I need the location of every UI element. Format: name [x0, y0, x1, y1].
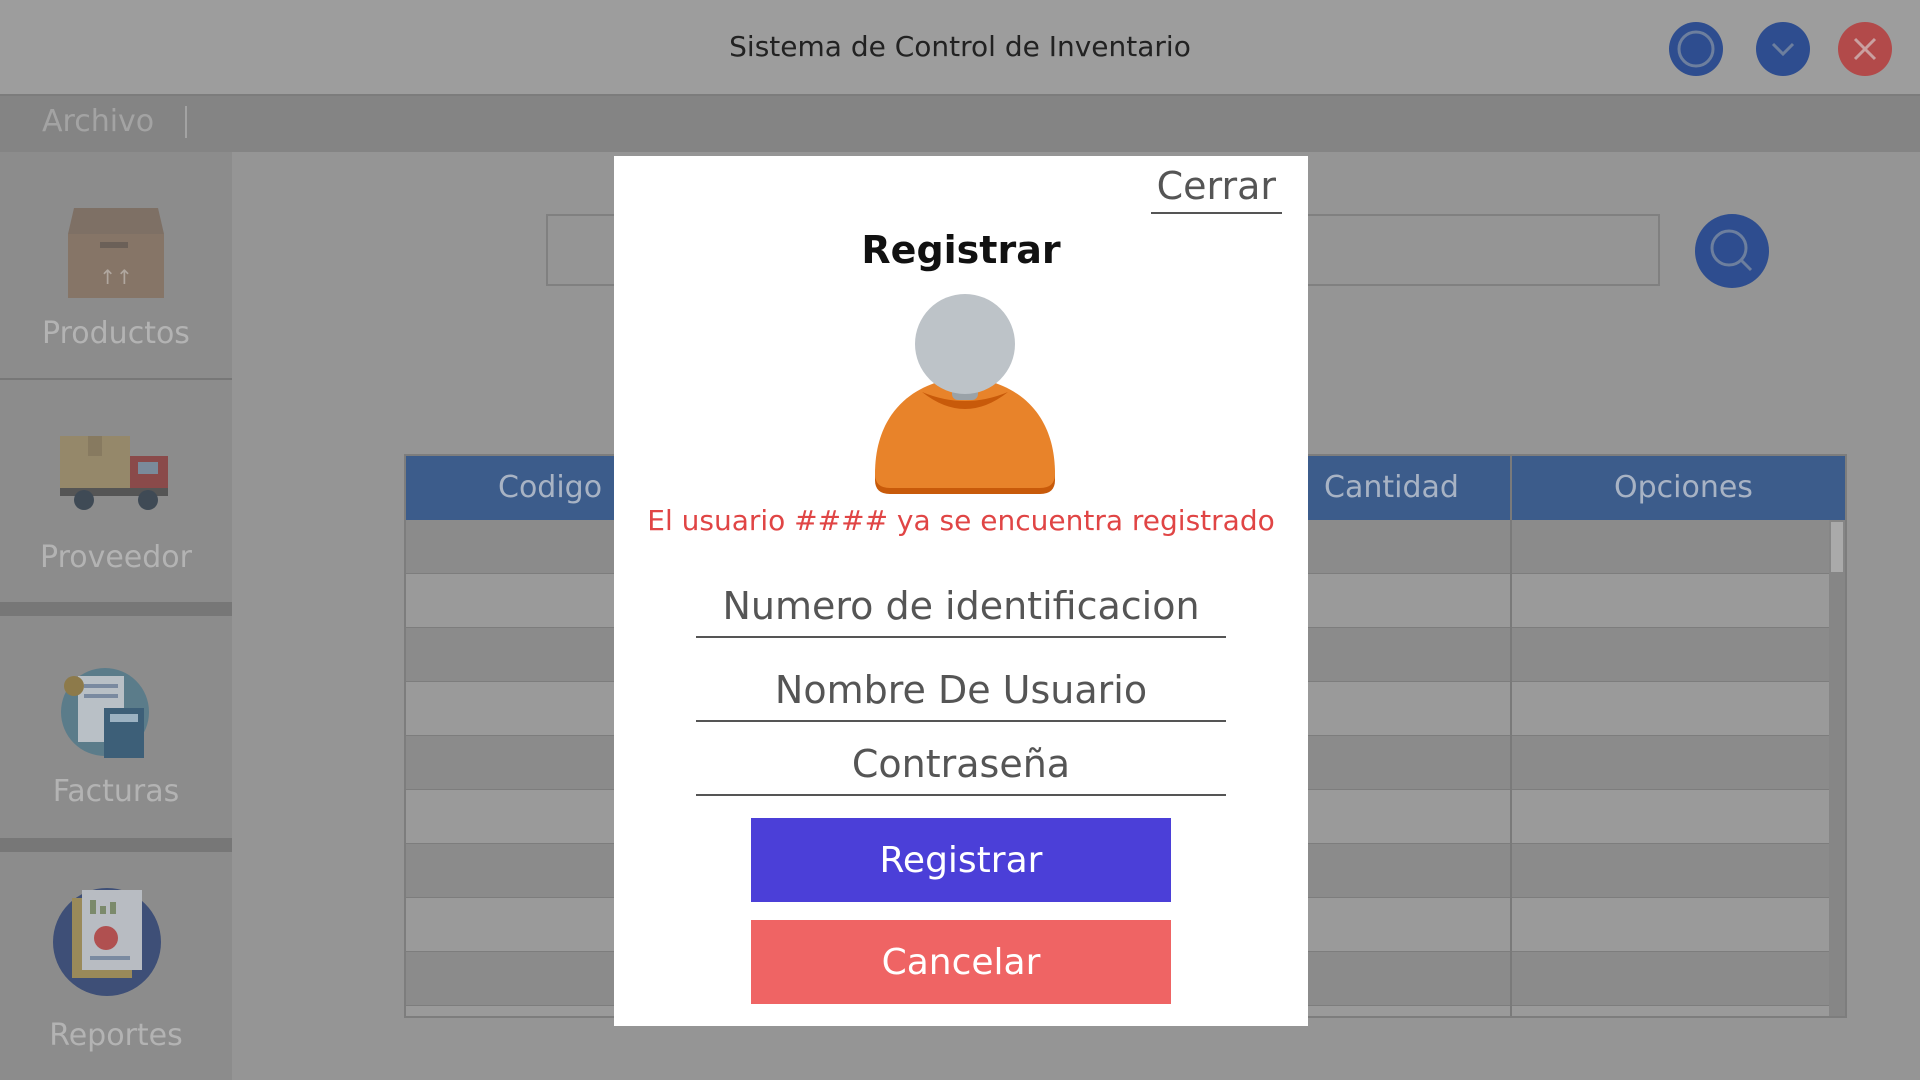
user-avatar-icon — [875, 294, 1055, 494]
column-header-codigo[interactable]: Codigo — [498, 470, 602, 505]
reports-icon — [53, 888, 161, 996]
sidebar-item-reportes[interactable]: Reportes — [0, 852, 232, 1080]
svg-text:↑↑: ↑↑ — [99, 265, 133, 289]
username-field[interactable] — [696, 660, 1226, 722]
column-divider — [1510, 456, 1512, 1016]
chevron-down-icon — [1771, 42, 1795, 57]
sidebar-item-label: Proveedor — [40, 540, 192, 575]
search-button[interactable] — [1695, 214, 1769, 288]
window-title: Sistema de Control de Inventario — [729, 30, 1191, 63]
menu-separator — [185, 106, 187, 138]
menu-bar: Archivo — [0, 96, 1920, 152]
sidebar-item-label: Productos — [42, 316, 190, 351]
sidebar-item-facturas[interactable]: Facturas — [0, 616, 232, 838]
close-window-button[interactable] — [1838, 22, 1892, 76]
dialog-title: Registrar — [861, 228, 1061, 272]
restore-button[interactable] — [1669, 22, 1723, 76]
password-field[interactable] — [696, 734, 1226, 796]
table-scrollbar[interactable] — [1829, 520, 1845, 1016]
restore-icon — [1677, 30, 1715, 68]
error-message: El usuario #### ya se encuentra registra… — [647, 504, 1275, 537]
truck-icon — [60, 436, 168, 510]
sidebar-item-label: Facturas — [52, 774, 180, 809]
register-button[interactable]: Registrar — [751, 818, 1171, 902]
close-dialog-link[interactable]: Cerrar — [1150, 164, 1282, 214]
column-header-opciones[interactable]: Opciones — [1614, 470, 1753, 505]
sidebar-item-label: Reportes — [49, 1018, 183, 1053]
sidebar-item-productos[interactable]: ↑↑ Productos — [0, 152, 232, 378]
sidebar-item-proveedor[interactable]: Proveedor — [0, 380, 232, 602]
menu-archivo[interactable]: Archivo — [42, 104, 154, 139]
close-icon — [1853, 37, 1877, 61]
sidebar: ↑↑ Productos Proveedor Facturas Reportes — [0, 152, 232, 1080]
column-header-cantidad[interactable]: Cantidad — [1324, 470, 1459, 505]
invoice-icon — [61, 668, 149, 758]
title-bar: Sistema de Control de Inventario — [0, 0, 1920, 96]
id-number-field[interactable] — [696, 576, 1226, 638]
register-dialog: Cerrar Registrar El usuario #### ya se e… — [614, 156, 1308, 1026]
search-icon — [1710, 229, 1753, 272]
scrollbar-thumb[interactable] — [1831, 522, 1843, 572]
box-icon: ↑↑ — [68, 208, 164, 298]
minimize-button[interactable] — [1756, 22, 1810, 76]
cancel-button[interactable]: Cancelar — [751, 920, 1171, 1004]
